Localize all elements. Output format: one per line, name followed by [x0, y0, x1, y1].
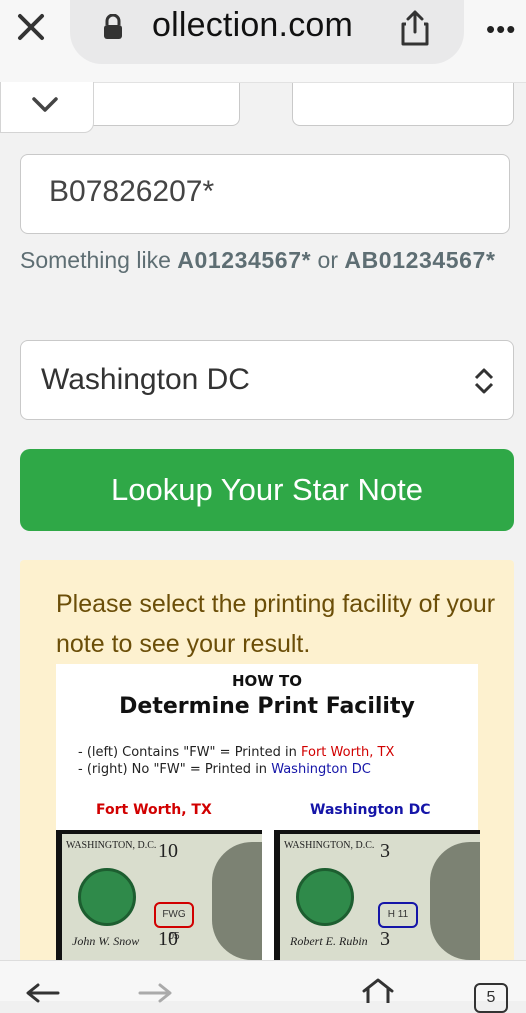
hint-prefix: Something like [20, 247, 171, 273]
bullet-right-place: Washington DC [271, 762, 371, 777]
chevron-down-icon [32, 97, 58, 112]
bullet-left-text: - (left) Contains "FW" = Printed in [78, 745, 297, 760]
facility-code-box: H 11 [378, 902, 418, 928]
bill-image-washington: WASHINGTON, D.C. 3 H 11 Robert E. Rubin … [274, 830, 480, 960]
guide-howto: HOW TO [231, 672, 303, 690]
serial-hint: Something like A01234567* or AB01234567* [20, 242, 500, 278]
updown-icon [474, 368, 494, 394]
treasury-seal [78, 868, 136, 926]
bill-location: WASHINGTON, D.C. [66, 840, 157, 851]
bill-signature: Robert E. Rubin [290, 934, 368, 948]
bullet-right-text: - (right) No "FW" = Printed in [78, 762, 268, 777]
lock-icon [104, 14, 122, 39]
print-facility-guide: HOW TO Determine Print Facility - (left)… [56, 664, 480, 960]
hint-or: or [317, 247, 338, 273]
guide-title: Determine Print Facility [119, 694, 415, 719]
hint-example-1: A01234567* [177, 247, 312, 273]
bill-signature: John W. Snow [72, 934, 140, 948]
more-icon[interactable]: ••• [486, 14, 516, 45]
hint-example-2: AB01234567* [344, 247, 496, 273]
home-icon[interactable] [360, 977, 396, 1003]
bill-number-bottom: 10 [158, 928, 178, 950]
collapse-toolbar-button[interactable] [0, 82, 94, 133]
bill-portrait [212, 842, 262, 960]
close-icon[interactable] [14, 10, 48, 44]
guide-bullets: - (left) Contains "FW" = Printed in Fort… [78, 744, 394, 778]
back-icon[interactable] [24, 983, 60, 1003]
lookup-star-note-button[interactable]: Lookup Your Star Note [20, 449, 514, 531]
facility-code-box: FWG 05 [154, 902, 194, 942]
bill-number-bottom: 3 [380, 928, 390, 950]
browser-toolbar: ollection.com ••• [0, 0, 526, 83]
bill-number: 3 [380, 840, 390, 862]
fort-worth-label: Fort Worth, TX [96, 802, 212, 818]
serial-number-input[interactable]: B07826207* [20, 154, 510, 234]
share-icon[interactable] [398, 8, 432, 48]
bill-location: WASHINGTON, D.C. [284, 840, 375, 851]
notice-text: Please select the printing facility of y… [56, 590, 496, 658]
forward-icon[interactable] [138, 983, 174, 1003]
browser-bottom-bar: 5 [0, 960, 526, 1013]
bullet-left-place: Fort Worth, TX [300, 745, 395, 760]
bill-image-fort-worth: WASHINGTON, D.C. 10 FWG 05 John W. Snow … [56, 830, 262, 960]
tabs-icon[interactable]: 5 [474, 983, 508, 1013]
url-text[interactable]: ollection.com [152, 6, 353, 45]
facility-notice: Please select the printing facility of y… [20, 560, 514, 960]
facility-select[interactable]: Washington DC [20, 340, 514, 420]
facility-value: Washington DC [41, 363, 250, 396]
treasury-seal [296, 868, 354, 926]
serial-number-value: B07826207* [49, 175, 215, 208]
washington-label: Washington DC [310, 802, 431, 818]
year-select[interactable]: 2013 [292, 82, 514, 126]
bill-portrait [430, 842, 480, 960]
page-content: 2013 B07826207* Something like A01234567… [0, 82, 526, 960]
bill-number: 10 [158, 840, 178, 862]
